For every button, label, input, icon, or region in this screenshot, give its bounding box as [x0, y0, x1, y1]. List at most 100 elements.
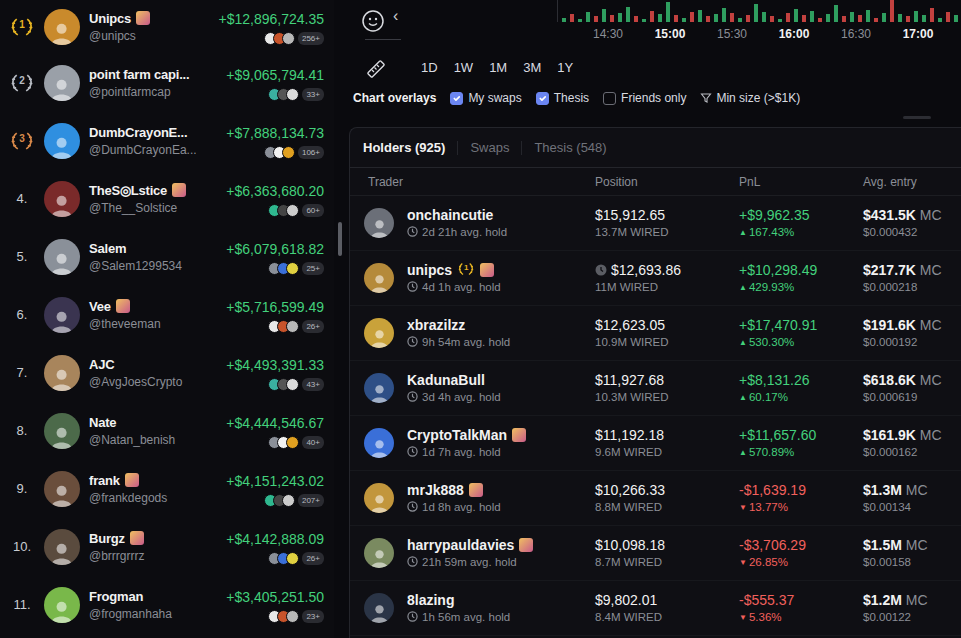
checkbox[interactable] — [536, 92, 549, 105]
trader-info: CryptoTalkMan1d 7h avg. hold — [407, 426, 526, 460]
volume-bar — [786, 13, 790, 22]
table-row[interactable]: KadunaBull3d 4h avg. hold$11,927.6810.3M… — [350, 361, 961, 416]
hold-text: 3d 4h avg. hold — [422, 391, 501, 403]
token-count: 25+ — [302, 262, 324, 275]
avatar-icon — [369, 217, 390, 238]
leaderboard-row[interactable]: 3DumbCrayonE...@DumbCrayonEa...+$7,888,1… — [0, 112, 334, 170]
user-avatar[interactable] — [44, 9, 80, 45]
user-avatar[interactable] — [44, 529, 80, 565]
trader-cell: xbrazilzz 9h 54m avg. hold — [364, 316, 595, 350]
pnl-value: +$11,657.60 — [739, 426, 863, 444]
user-avatar[interactable] — [44, 355, 80, 391]
pnl-cell: -$3,706.29▼26.85% — [739, 536, 863, 571]
entry-cell: $618.6K MC$0.000619 — [863, 371, 961, 405]
leaderboard-row[interactable]: 9.frank@frankdegods+$4,151,243.02207+ — [0, 460, 334, 518]
token-count: 43+ — [302, 378, 324, 391]
collapse-arrow[interactable]: ‹ — [393, 8, 398, 24]
hold-text: 1h 56m avg. hold — [422, 611, 510, 623]
leaderboard-row[interactable]: 2point farm capi...@pointfarmcap+$9,065,… — [0, 54, 334, 112]
ruler-button[interactable] — [365, 56, 387, 80]
table-row[interactable]: CryptoTalkMan1d 7h avg. hold$11,192.189.… — [350, 416, 961, 471]
size-filter[interactable]: Min size (>$1K) — [700, 89, 800, 107]
leaderboard-row[interactable]: 1Unipcs@unipcs+$12,896,724.35256+ — [0, 0, 334, 54]
entry-price: $0.00158 — [863, 554, 961, 570]
user-avatar[interactable] — [364, 538, 394, 568]
trader-name: unipcs — [407, 262, 452, 278]
user-avatar[interactable] — [44, 413, 80, 449]
scrollbar[interactable] — [334, 0, 345, 638]
user-avatar[interactable] — [364, 373, 394, 403]
trader-info: harrypauldavies21h 59m avg. hold — [407, 536, 533, 570]
leaderboard-row[interactable]: 11.Frogman@frogmanhaha+$3,405,251.5023+ — [0, 576, 334, 634]
hold-time: 1d 7h avg. hold — [407, 444, 526, 460]
drag-handle-row — [353, 108, 961, 127]
position-amount: 13.7M WIRED — [595, 224, 739, 240]
volume-bar — [818, 18, 822, 22]
timeframe-button[interactable]: 1W — [448, 56, 480, 80]
user-avatar[interactable] — [44, 239, 80, 275]
user-stats: +$4,444,546.6740+ — [226, 414, 324, 449]
user-avatar[interactable] — [44, 123, 80, 159]
table-row[interactable]: onchaincutie2d 21h avg. hold$15,912.6513… — [350, 196, 961, 251]
entry-unit: MC — [920, 372, 942, 388]
user-name-line: Nate — [89, 414, 220, 432]
drag-handle[interactable] — [903, 116, 931, 119]
tab[interactable]: Holders (925) — [363, 141, 458, 155]
timeframe-button[interactable]: 1M — [483, 56, 513, 80]
trader-info: KadunaBull3d 4h avg. hold — [407, 371, 501, 405]
tab[interactable]: Thesis (548) — [522, 141, 618, 155]
leaderboard-row[interactable]: 4.TheS◎Lstice@The__Solstice+$6,363,680.2… — [0, 170, 334, 228]
user-avatar[interactable] — [44, 471, 80, 507]
user-avatar[interactable] — [364, 483, 394, 513]
table-row[interactable]: unipcs14d 1h avg. hold$12,693.8611M WIRE… — [350, 251, 961, 306]
user-avatar[interactable] — [364, 318, 394, 348]
table-row[interactable]: mrJk8881d 8h avg. hold$10,266.338.8M WIR… — [350, 471, 961, 526]
clock-icon — [407, 556, 418, 567]
user-name-line: Salem — [89, 240, 220, 258]
timeframe-button[interactable]: 1D — [415, 56, 444, 80]
leaderboard-row[interactable]: 6.Vee@theveeman+$5,716,599.4926+ — [0, 286, 334, 344]
tab[interactable]: Swaps — [458, 141, 522, 155]
user-info: Salem@Salem1299534 — [89, 240, 220, 274]
emoji-button[interactable] — [361, 8, 385, 33]
user-avatar[interactable] — [364, 208, 394, 238]
overlay-checkbox[interactable]: My swaps — [450, 89, 521, 107]
hold-text: 9h 54m avg. hold — [422, 336, 510, 348]
user-handle: @frankdegods — [89, 490, 220, 506]
user-avatar[interactable] — [364, 428, 394, 458]
user-avatar[interactable] — [44, 65, 80, 101]
chart-tool-row: ‹ — [361, 0, 557, 33]
user-avatar[interactable] — [44, 297, 80, 333]
user-avatar[interactable] — [44, 181, 80, 217]
trader-name-line: CryptoTalkMan — [407, 426, 526, 444]
leaderboard-row[interactable]: 5.Salem@Salem1299534+$6,079,618.8225+ — [0, 228, 334, 286]
rank: 5. — [8, 245, 36, 269]
overlay-checkbox[interactable]: Thesis — [536, 89, 589, 107]
volume-bar — [762, 12, 766, 22]
table-row[interactable]: xbrazilzz9h 54m avg. hold$12,623.0510.9M… — [350, 306, 961, 361]
trader-name-line: xbrazilzz — [407, 316, 510, 334]
timeframe-button[interactable]: 1Y — [551, 56, 579, 80]
volume-bar — [938, 18, 942, 22]
checkbox[interactable] — [450, 92, 463, 105]
avatar-icon — [49, 366, 74, 391]
timeframe-button[interactable]: 3M — [517, 56, 547, 80]
checkbox[interactable] — [603, 92, 616, 105]
user-avatar[interactable] — [364, 593, 394, 623]
position-line: $15,912.65 — [595, 206, 739, 224]
user-avatar[interactable] — [44, 587, 80, 623]
user-handle: @The__Solstice — [89, 200, 220, 216]
table-row[interactable]: 8lazing1h 56m avg. hold$9,802.018.4M WIR… — [350, 581, 961, 636]
user-handle: @theveeman — [89, 316, 220, 332]
rank: 9. — [8, 477, 36, 501]
leaderboard-row[interactable]: 7.AJC@AvgJoesCrypto+$4,493,391.3343+ — [0, 344, 334, 402]
table-row[interactable]: harrypauldavies21h 59m avg. hold$10,098.… — [350, 526, 961, 581]
scrollbar-thumb[interactable] — [338, 222, 342, 256]
overlay-checkbox[interactable]: Friends only — [603, 89, 686, 107]
user-badge-icon — [480, 263, 494, 277]
user-avatar[interactable] — [364, 263, 394, 293]
leaderboard-row[interactable]: 10.Burgz@brrrgrrrz+$4,142,888.0926+ — [0, 518, 334, 576]
token-list: 26+ — [226, 552, 324, 565]
leaderboard-row[interactable]: 8.Nate@Natan_benish+$4,444,546.6740+ — [0, 402, 334, 460]
volume-bar — [946, 12, 950, 22]
